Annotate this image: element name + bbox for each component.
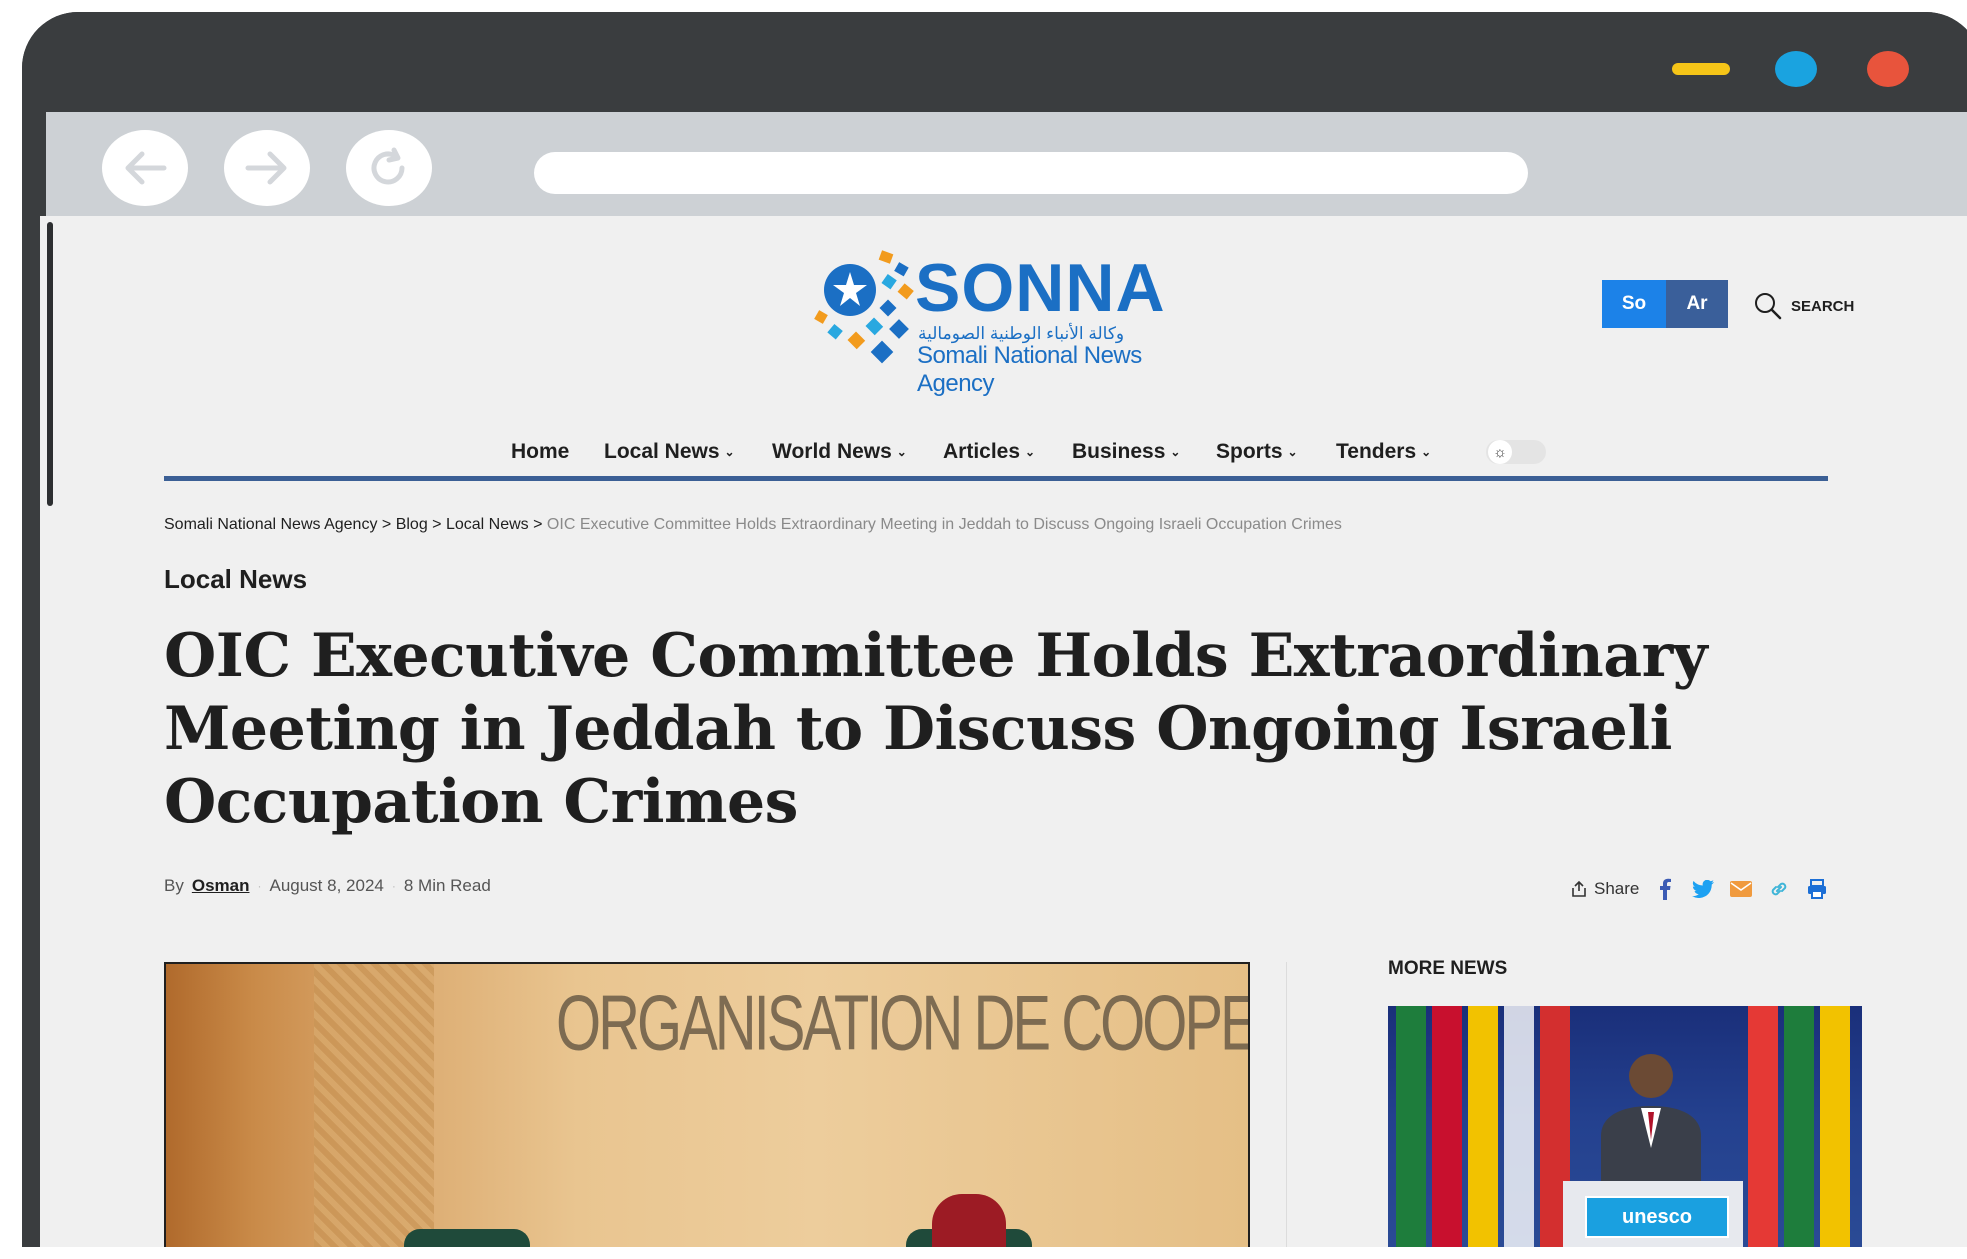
title-bar <box>22 12 1967 112</box>
breadcrumb-link[interactable]: Somali National News Agency <box>164 516 377 533</box>
back-button[interactable] <box>102 130 188 206</box>
reload-button[interactable] <box>346 130 432 206</box>
logo-arabic-text: وكالة الأنباء الوطنية الصومالية <box>918 324 1125 343</box>
article-byline: By Osman · August 8, 2024 · 8 Min Read <box>164 876 491 896</box>
by-label: By <box>164 876 184 895</box>
nav-item-label: Sports <box>1216 440 1283 463</box>
link-icon[interactable] <box>1767 877 1791 901</box>
chevron-down-icon: ⌄ <box>896 445 907 459</box>
search-icon <box>1755 293 1782 320</box>
chevron-down-icon: ⌄ <box>1170 445 1181 459</box>
twitter-icon[interactable] <box>1691 877 1715 901</box>
breadcrumb-separator: > <box>533 516 543 533</box>
breadcrumb-link[interactable]: Blog <box>396 516 428 533</box>
speaker-figure <box>1601 1054 1701 1186</box>
content-divider <box>1286 962 1287 1252</box>
breadcrumb-link[interactable]: Local News <box>446 516 529 533</box>
meta-separator: · <box>257 879 262 893</box>
page-viewport: SONNA وكالة الأنباء الوطنية الصومالية So… <box>40 216 1967 1252</box>
hero-person <box>932 1194 1006 1252</box>
hero-banner-text: ORGANISATION DE COOPERATION ISLAMIQ <box>556 979 1250 1068</box>
nav-item-label: Tenders <box>1336 440 1417 463</box>
window-bottom-edge <box>0 1247 1967 1259</box>
meta-separator: · <box>391 879 396 893</box>
sun-icon: ☼ <box>1488 440 1512 464</box>
hero-lattice-panel <box>314 964 434 1252</box>
logo-mark-icon <box>814 250 914 364</box>
more-news-image[interactable]: unesco <box>1388 1006 1862 1252</box>
breadcrumb-separator: > <box>432 516 442 533</box>
nav-item-world-news[interactable]: World News ⌄ <box>772 432 907 472</box>
email-icon[interactable] <box>1729 877 1753 901</box>
share-label: Share <box>1594 879 1640 898</box>
nav-item-articles[interactable]: Articles ⌄ <box>943 432 1035 472</box>
browser-toolbar <box>46 112 1967 220</box>
article-title: OIC Executive Committee Holds Extraordin… <box>164 621 1708 837</box>
article-category[interactable]: Local News <box>164 564 307 595</box>
maximize-button[interactable] <box>1775 51 1817 87</box>
search-button[interactable]: SEARCH <box>1753 290 1854 322</box>
search-label: SEARCH <box>1791 297 1855 315</box>
breadcrumb-current: OIC Executive Committee Holds Extraordin… <box>546 516 1342 533</box>
nav-item-label: Articles <box>943 440 1021 463</box>
nav-underline <box>164 476 1828 481</box>
minimize-button[interactable] <box>1672 63 1730 75</box>
share-icon <box>1572 880 1586 897</box>
breadcrumb: Somali National News Agency > Blog > Loc… <box>164 516 1342 534</box>
theme-toggle[interactable]: ☼ <box>1486 440 1546 464</box>
nav-item-label: World News <box>772 440 892 463</box>
publish-date: August 8, 2024 <box>269 876 384 895</box>
language-arabic-button[interactable]: Ar <box>1666 280 1728 328</box>
address-bar[interactable] <box>534 152 1528 194</box>
site-logo[interactable]: SONNA وكالة الأنباء الوطنية الصومالية So… <box>810 242 1210 397</box>
nav-item-business[interactable]: Business ⌄ <box>1072 432 1180 472</box>
reload-icon <box>371 147 405 185</box>
close-button[interactable] <box>1867 51 1909 87</box>
nav-item-local-news[interactable]: Local News ⌄ <box>604 432 735 472</box>
unesco-badge: unesco <box>1585 1196 1729 1238</box>
logo-wordmark: SONNA <box>915 250 1166 326</box>
share-bar: Share <box>1570 876 1829 902</box>
language-somali-button[interactable]: So <box>1602 280 1666 328</box>
author-link[interactable]: Osman <box>192 876 250 896</box>
chevron-down-icon: ⌄ <box>1025 445 1036 459</box>
browser-window: SONNA وكالة الأنباء الوطنية الصومالية So… <box>22 12 1967 1252</box>
logo-subtitle: Somali National News Agency <box>917 342 1142 397</box>
chevron-down-icon: ⌄ <box>724 445 735 459</box>
nav-item-sports[interactable]: Sports ⌄ <box>1216 432 1298 472</box>
share-button[interactable]: Share <box>1570 879 1639 899</box>
main-navigation: Home Local News ⌄ World News ⌄ Articles ⌄ B… <box>40 432 1967 472</box>
forward-button[interactable] <box>224 130 310 206</box>
facebook-icon[interactable] <box>1653 877 1677 901</box>
arrow-right-icon <box>245 151 287 185</box>
breadcrumb-separator: > <box>381 516 392 533</box>
chevron-down-icon: ⌄ <box>1421 445 1432 459</box>
arrow-left-icon <box>125 151 167 185</box>
nav-item-label: Local News <box>604 440 720 463</box>
read-time: 8 Min Read <box>403 876 491 895</box>
nav-item-label: Home <box>511 440 570 463</box>
nav-item-label: Business <box>1072 440 1166 463</box>
nav-item-tenders[interactable]: Tenders ⌄ <box>1336 432 1431 472</box>
more-news-title: MORE NEWS <box>1388 958 1508 979</box>
chevron-down-icon: ⌄ <box>1287 445 1298 459</box>
article-hero-image: ORGANISATION DE COOPERATION ISLAMIQ <box>164 962 1250 1252</box>
print-icon[interactable] <box>1805 877 1829 901</box>
nav-item-home[interactable]: Home <box>511 432 569 472</box>
